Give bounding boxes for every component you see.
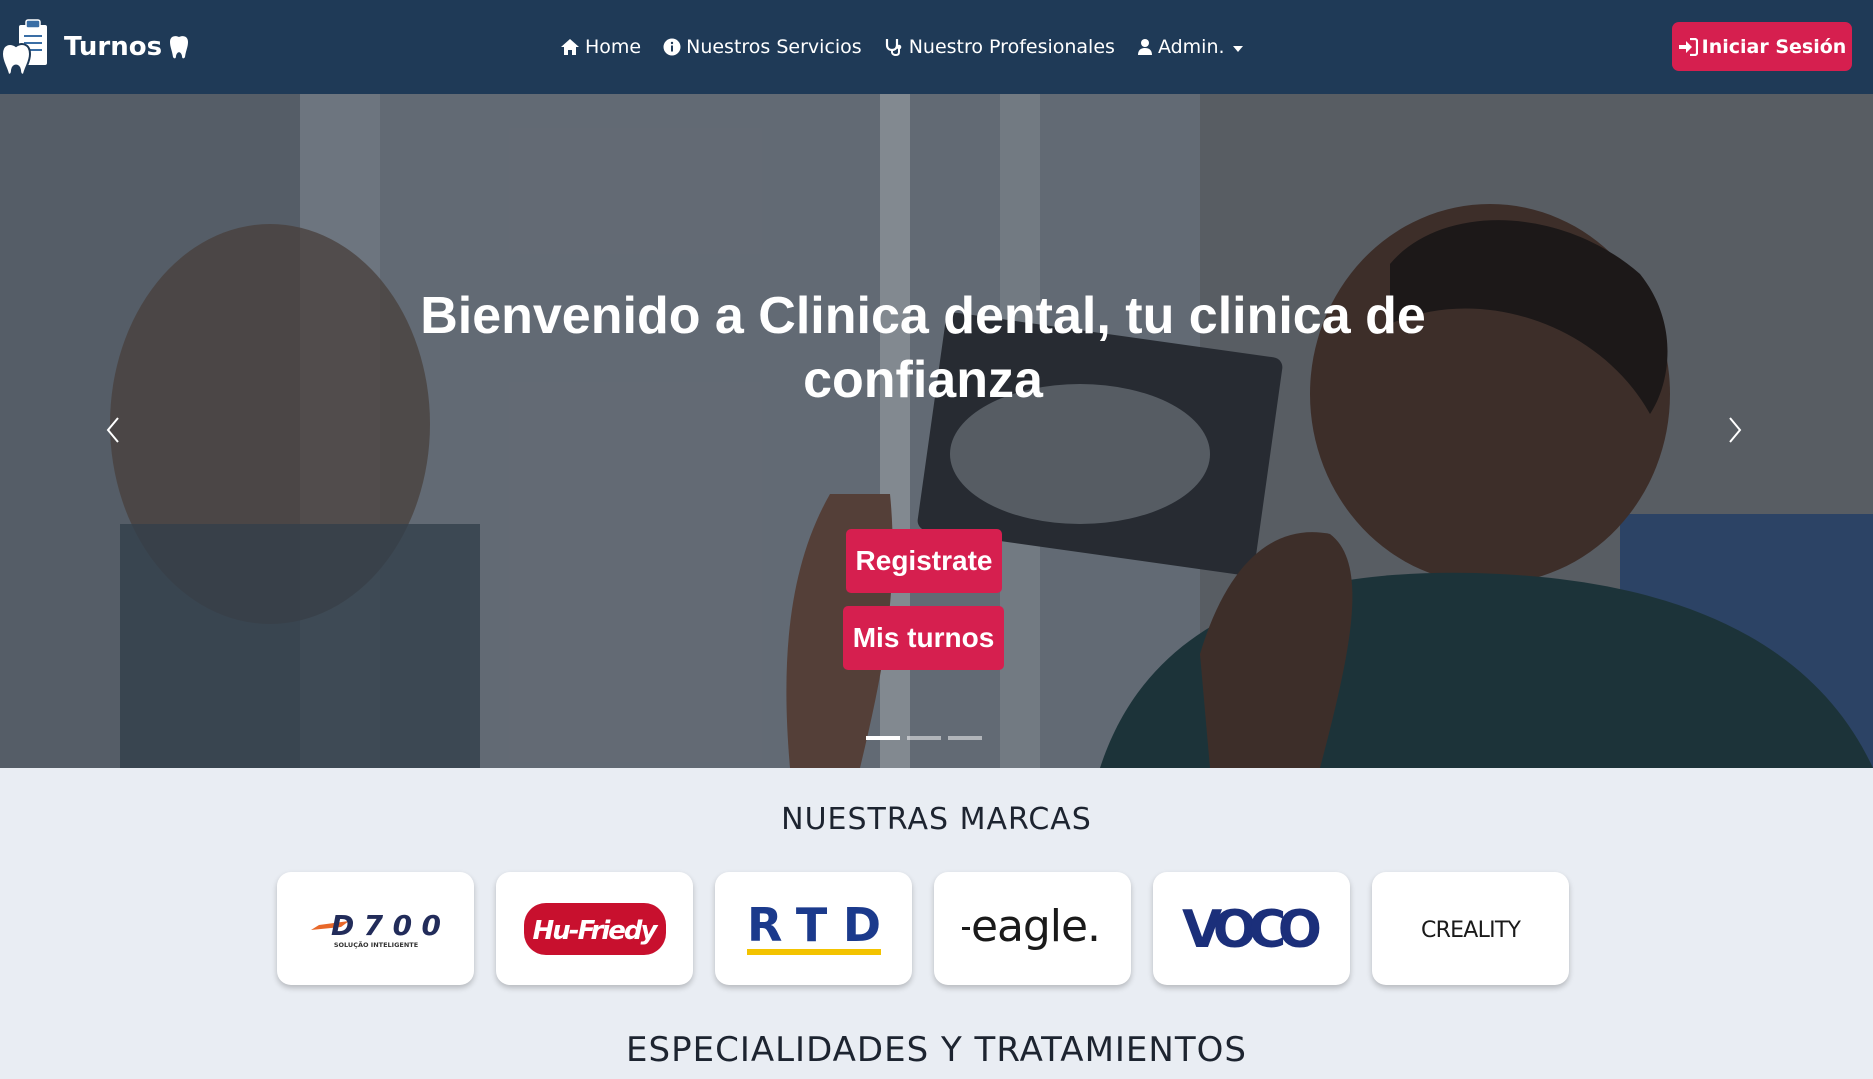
d700-logo: D700 SOLUÇÃO INTELIGENTE (310, 909, 441, 949)
hero-carousel: Bienvenido a Clinica dental, tu clinica … (0, 94, 1873, 768)
carousel-indicators (866, 736, 989, 740)
nav-professionals-link[interactable]: Nuestro Profesionales (884, 36, 1115, 58)
brand-card-rtd[interactable]: RTD (715, 872, 912, 985)
brand-card-eagle[interactable]: eagle. (934, 872, 1131, 985)
svg-text:Hu-Friedy: Hu-Friedy (532, 916, 658, 946)
info-circle-icon (663, 38, 681, 56)
svg-text:RTD: RTD (747, 899, 881, 952)
brand-name: Turnos (64, 32, 163, 62)
carousel-next-icon[interactable] (1712, 410, 1752, 450)
register-button[interactable]: Registrate (846, 529, 1002, 593)
voco-logo: VOCO (1182, 900, 1322, 959)
nav-home-link[interactable]: Home (560, 36, 641, 58)
nav-services-link[interactable]: Nuestros Servicios (663, 36, 862, 58)
main-nav: Home Nuestros Servicios Nuestro Profesio… (560, 32, 1265, 62)
svg-text:eagle.: eagle. (971, 901, 1101, 952)
nav-admin-label: Admin. (1157, 36, 1225, 58)
chevron-down-icon (1232, 45, 1243, 52)
brand-home-link[interactable]: Turnos (0, 16, 190, 78)
eagle-logo: eagle. (961, 901, 1101, 952)
carousel-indicator-3[interactable] (948, 736, 982, 740)
brand-card-creality[interactable]: CREALITY (1372, 872, 1569, 985)
nav-services-label: Nuestros Servicios (686, 36, 862, 58)
stethoscope-icon (885, 39, 902, 57)
login-button[interactable]: Iniciar Sesión (1672, 22, 1852, 71)
nav-home-label: Home (585, 36, 642, 58)
brand-cards-row: D700 SOLUÇÃO INTELIGENTE Hu-Friedy RTD e… (277, 872, 1591, 985)
brand-card-d700[interactable]: D700 SOLUÇÃO INTELIGENTE (277, 872, 474, 985)
svg-text:D700: D700 (331, 909, 441, 942)
top-navbar: Turnos Home Nuestros Servicios Nuestro P… (0, 0, 1873, 94)
svg-text:CREALITY: CREALITY (1421, 918, 1522, 943)
tooth-icon (170, 36, 189, 59)
carousel-indicator-1[interactable] (866, 736, 900, 740)
svg-text:VOCO: VOCO (1182, 900, 1322, 959)
specialties-section-title: ESPECIALIDADES Y TRATAMIENTOS (626, 1030, 1247, 1070)
nav-professionals-label: Nuestro Profesionales (908, 36, 1115, 58)
home-icon (561, 39, 579, 55)
carousel-indicator-2[interactable] (907, 736, 941, 740)
my-turns-button[interactable]: Mis turnos (843, 606, 1004, 670)
hu-friedy-logo: Hu-Friedy (523, 902, 666, 955)
creality-logo: CREALITY (1421, 918, 1522, 943)
brand-d700-subtitle: SOLUÇÃO INTELIGENTE (333, 940, 417, 949)
brand-card-voco[interactable]: VOCO (1153, 872, 1350, 985)
brand-card-hu-friedy[interactable]: Hu-Friedy (496, 872, 693, 985)
login-label: Iniciar Sesión (1701, 35, 1847, 58)
sign-in-icon (1678, 37, 1698, 56)
user-icon (1137, 39, 1152, 55)
rtd-logo: RTD (746, 899, 881, 955)
carousel-prev-icon[interactable] (96, 410, 136, 450)
nav-admin-dropdown[interactable]: Admin. (1137, 36, 1243, 58)
clinic-logo-icon (0, 19, 49, 76)
hero-title: Bienvenido a Clinica dental, tu clinica … (420, 287, 1426, 409)
brands-section-title: NUESTRAS MARCAS (781, 802, 1092, 837)
